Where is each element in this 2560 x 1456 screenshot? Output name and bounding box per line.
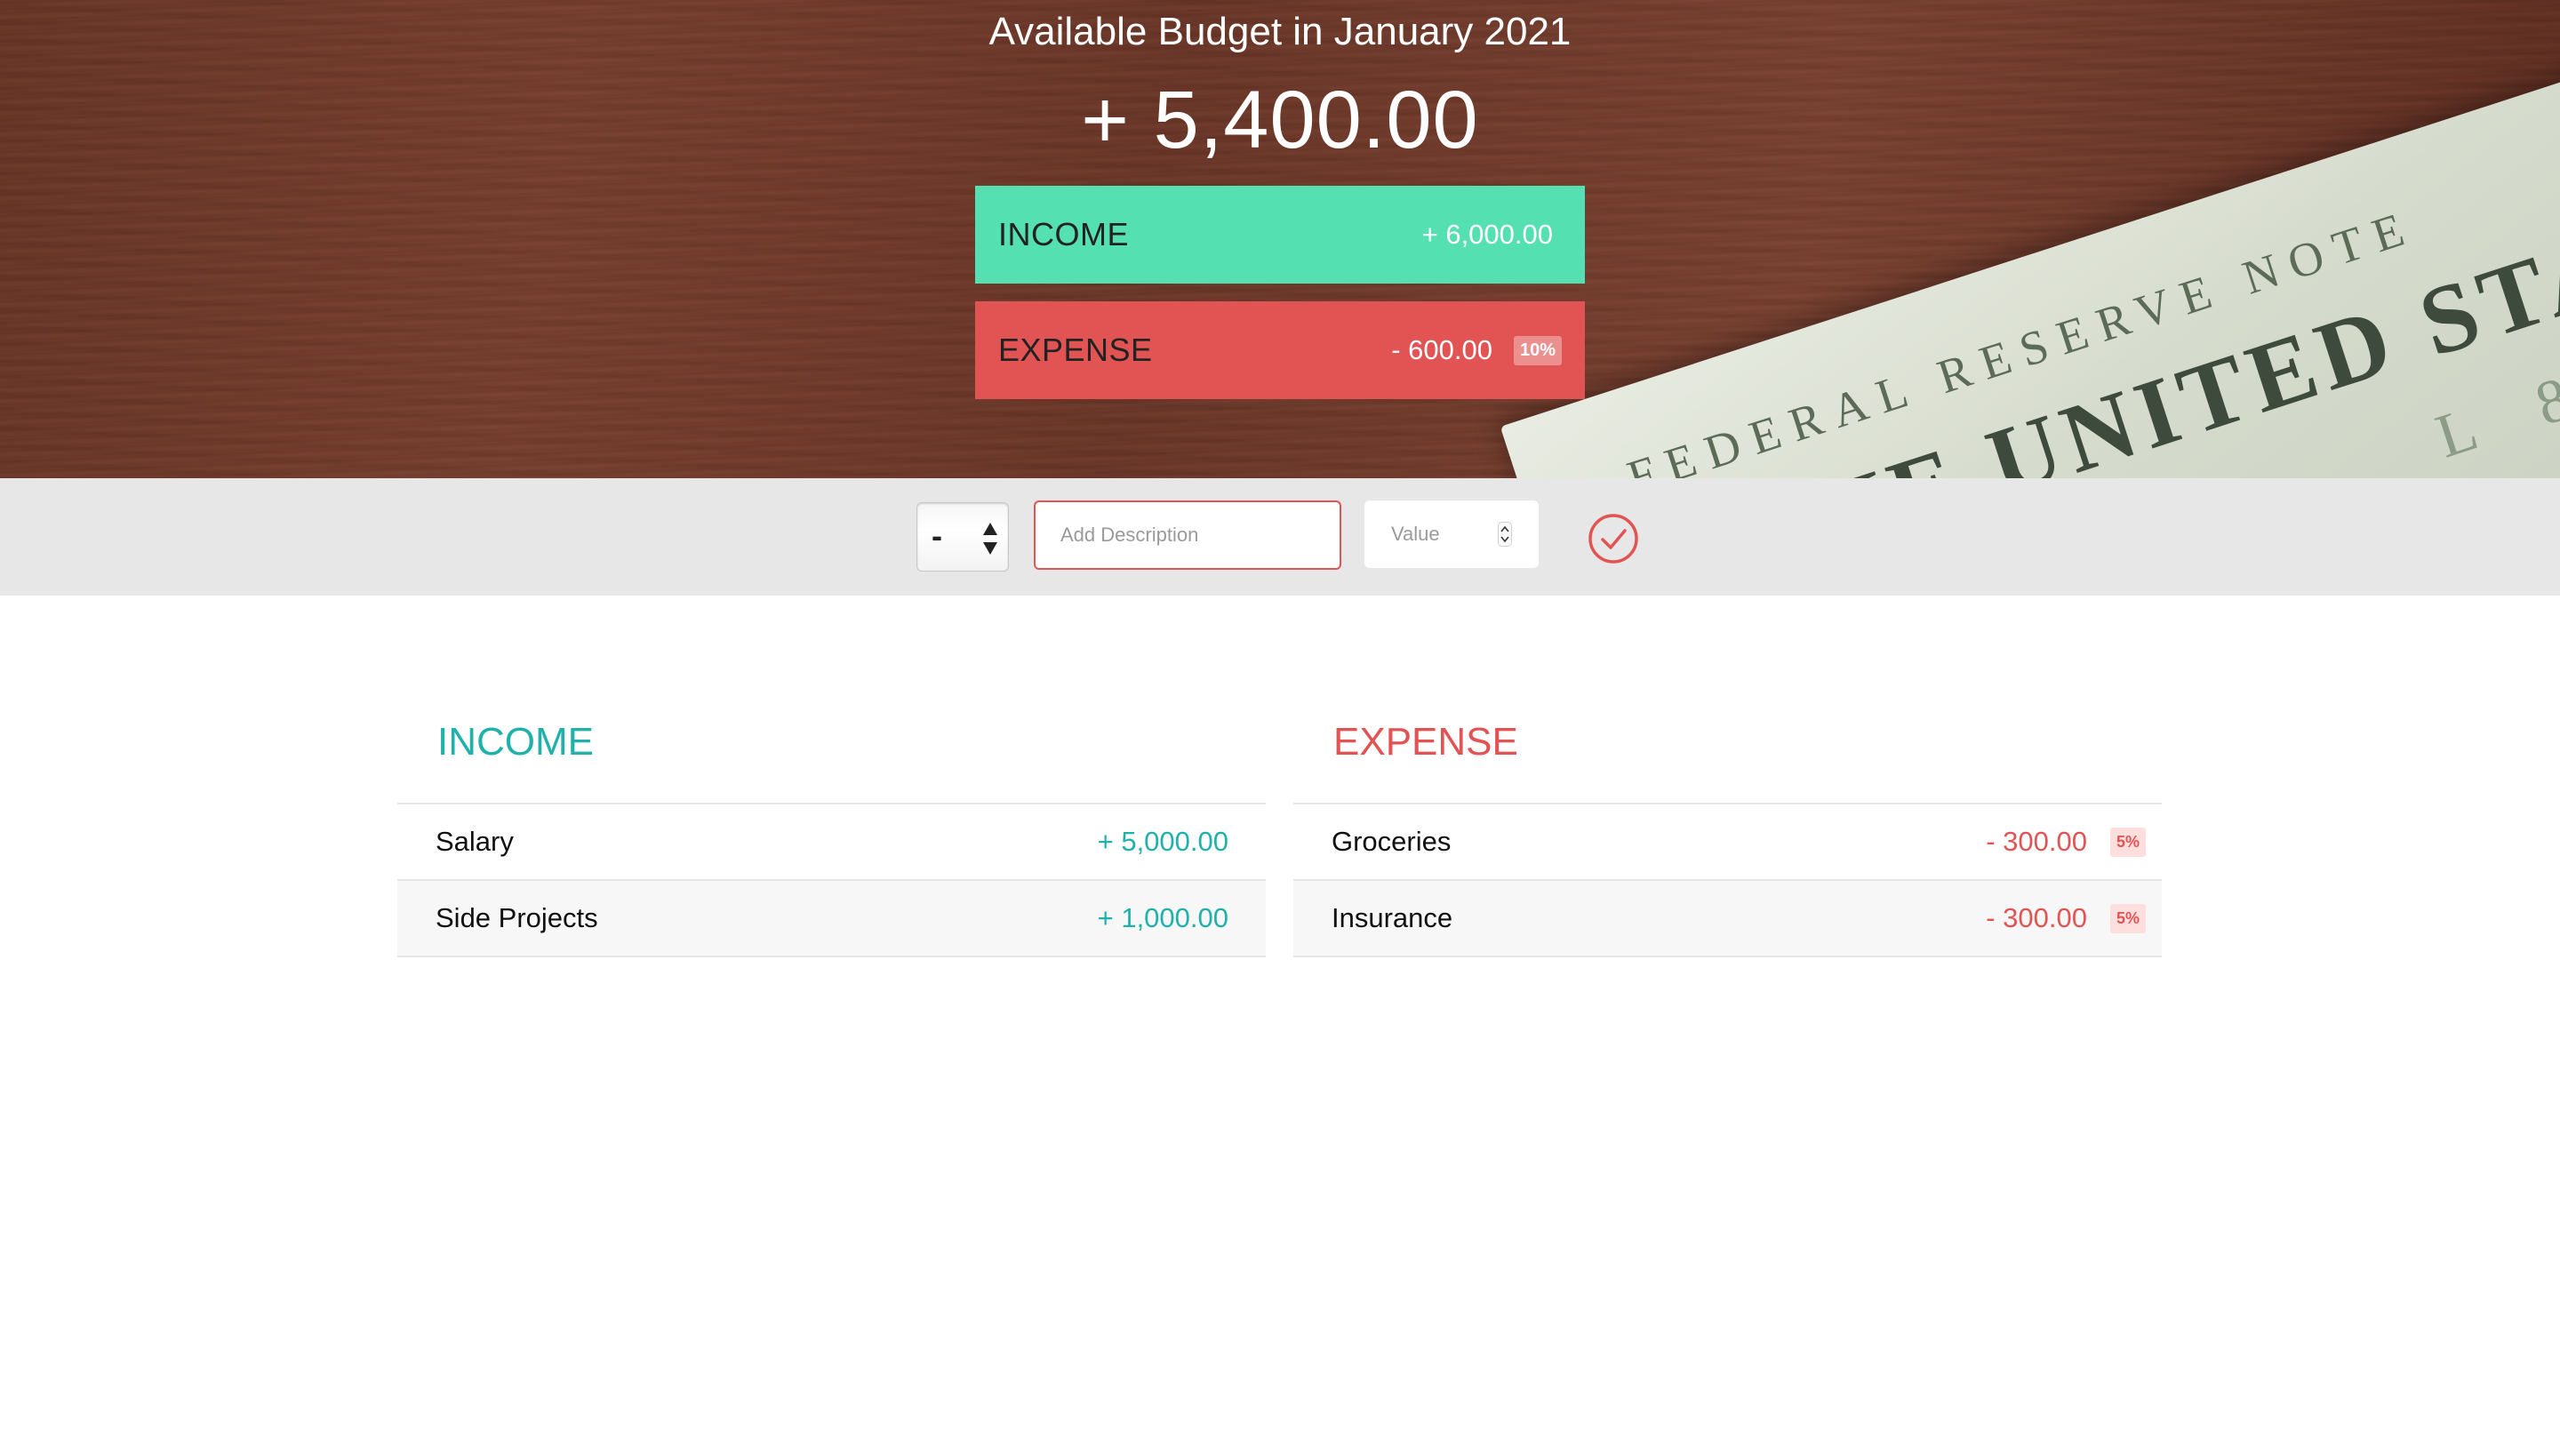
expense-summary: Expense - 600.00 10%	[975, 301, 1585, 399]
income-summary: Income + 6,000.00	[975, 186, 1585, 284]
income-item[interactable]: Side Projects + 1,000.00	[397, 881, 1266, 957]
type-select[interactable]: -	[916, 502, 1009, 572]
value-input-placeholder: Value	[1391, 523, 1440, 545]
expense-item-description: Insurance	[1332, 902, 1453, 933]
income-item-description: Side Projects	[436, 902, 598, 933]
income-summary-label: Income	[998, 216, 1129, 252]
description-input[interactable]	[1034, 500, 1341, 570]
expense-item-description: Groceries	[1332, 826, 1452, 857]
expense-item[interactable]: Groceries - 300.00 5%	[1293, 804, 2162, 881]
expense-item-percentage: 5%	[2110, 903, 2146, 933]
budget-value: + 5,400.00	[1081, 75, 1479, 165]
expense-item-percentage: 5%	[2110, 827, 2146, 857]
expense-summary-label: Expense	[998, 332, 1153, 368]
type-select-value: -	[932, 517, 942, 554]
expense-item-value: - 300.00	[1986, 826, 2087, 857]
check-circle-icon[interactable]	[1588, 513, 1639, 564]
value-input[interactable]: Value	[1364, 500, 1539, 568]
income-summary-value: + 6,000.00	[1421, 219, 1553, 250]
income-item-value: + 1,000.00	[1097, 902, 1228, 933]
income-item-value: + 5,000.00	[1097, 826, 1228, 857]
budget-title: Available Budget in January 2021	[988, 10, 1572, 53]
income-list-title: Income	[397, 698, 1266, 804]
expense-summary-value: - 600.00	[1391, 334, 1492, 365]
spinner-icon[interactable]	[1498, 522, 1512, 547]
expense-list-title: Expense	[1293, 698, 2162, 804]
income-item[interactable]: Salary + 5,000.00	[397, 804, 1266, 881]
expense-list: Expense Groceries - 300.00 5% Insurance …	[1293, 698, 2162, 957]
expense-percentage-badge: 10%	[1514, 335, 1562, 365]
income-item-description: Salary	[436, 826, 514, 857]
expense-item[interactable]: Insurance - 300.00 5%	[1293, 881, 2162, 957]
up-down-arrows-icon	[983, 523, 997, 555]
income-list: Income Salary + 5,000.00 Side Projects +…	[397, 698, 1266, 957]
expense-item-value: - 300.00	[1986, 902, 2087, 933]
